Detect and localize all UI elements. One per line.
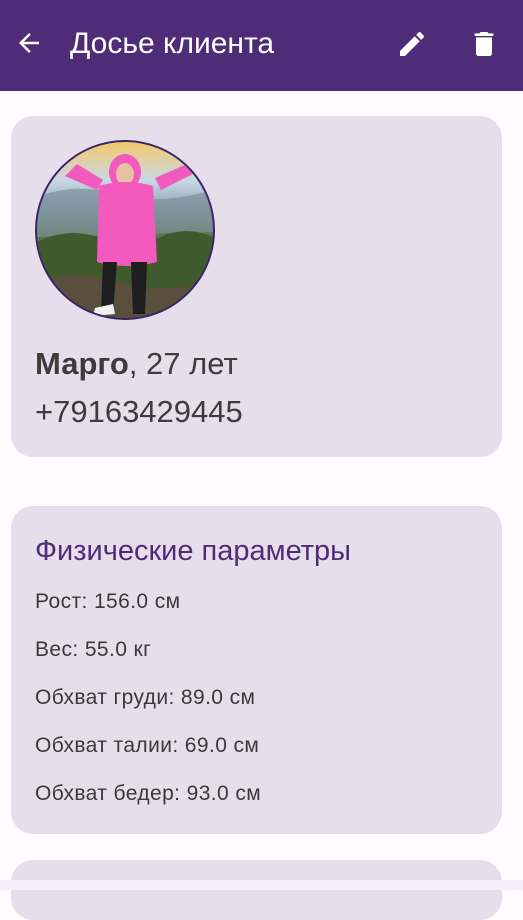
param-hips: Обхват бедер: 93.0 см: [35, 782, 262, 805]
avatar[interactable]: [35, 140, 215, 320]
client-age: , 27 лет: [128, 346, 238, 381]
trash-icon[interactable]: [468, 28, 500, 60]
param-waist: Обхват талии: 69.0 см: [35, 734, 260, 757]
client-phone: +79163429445: [35, 394, 243, 429]
client-name: Марго: [35, 346, 129, 381]
profile-card: Марго, 27 лет +79163429445: [11, 116, 502, 457]
next-card: [11, 860, 502, 920]
param-height: Рост: 156.0 см: [35, 590, 181, 613]
top-app-bar: Досье клиента: [0, 0, 523, 91]
client-name-age: Марго, 27 лет: [35, 344, 238, 384]
scroll-edge: [0, 880, 523, 890]
pencil-icon[interactable]: [396, 28, 428, 60]
param-chest: Обхват груди: 89.0 см: [35, 686, 256, 709]
section-title: Физические параметры: [35, 535, 351, 567]
client-photo: [37, 154, 213, 318]
physical-params-card: Физические параметры Рост: 156.0 см Вес:…: [11, 506, 502, 834]
arrow-left-icon[interactable]: [14, 28, 44, 58]
page-title: Досье клиента: [70, 27, 275, 60]
param-weight: Вес: 55.0 кг: [35, 638, 152, 661]
